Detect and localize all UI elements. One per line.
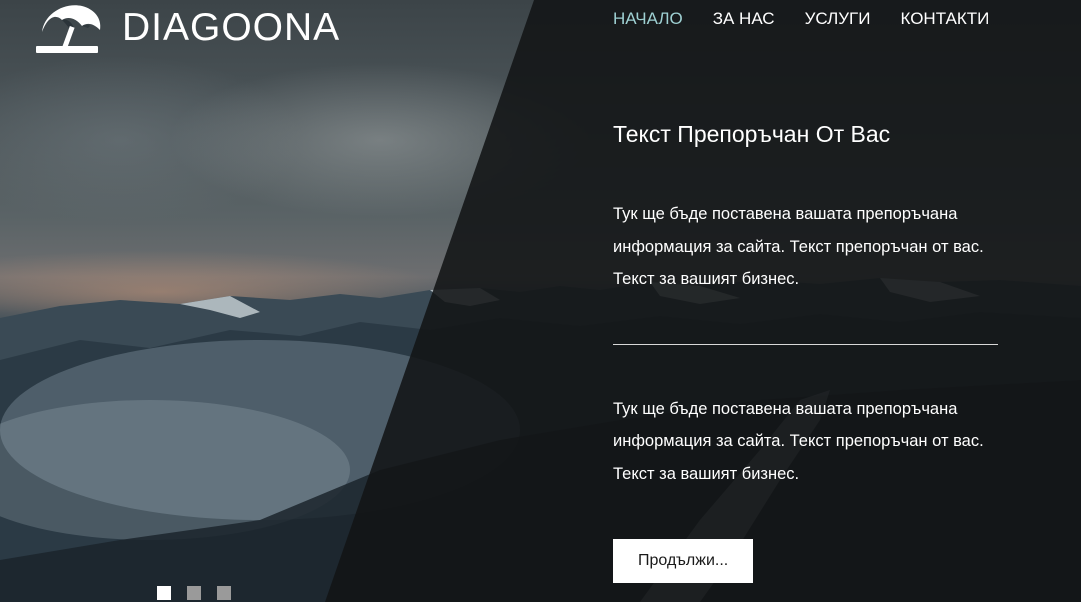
hero-paragraph-2: Тук ще бъде поставена вашата препоръчана… <box>613 399 984 483</box>
main-nav: НАЧАЛО ЗА НАС УСЛУГИ КОНТАКТИ <box>613 9 989 29</box>
slider-dots <box>157 586 231 600</box>
brand-name: DIAGOONA <box>122 6 341 49</box>
beach-umbrella-icon <box>36 5 101 53</box>
nav-item-home[interactable]: НАЧАЛО <box>613 9 683 29</box>
hero-paragraph-1: Тук ще бъде поставена вашата препоръчана… <box>613 205 984 288</box>
slider-dot-3[interactable] <box>217 586 231 600</box>
slider-dot-1[interactable] <box>157 586 171 600</box>
hero-slide: DIAGOONA НАЧАЛО ЗА НАС УСЛУГИ КОНТАКТИ Т… <box>0 0 1081 602</box>
nav-item-contacts[interactable]: КОНТАКТИ <box>900 9 989 29</box>
continue-button[interactable]: Продължи... <box>613 539 754 583</box>
slider-dot-2[interactable] <box>187 586 201 600</box>
content-divider <box>613 343 998 345</box>
hero-headline: Текст Препоръчан От Вас <box>613 121 891 147</box>
nav-item-about[interactable]: ЗА НАС <box>713 9 775 29</box>
brand-logo[interactable]: DIAGOONA <box>36 2 340 54</box>
hero-content: Текст Препоръчан От Вас Тук ще бъде пост… <box>613 118 999 583</box>
nav-item-services[interactable]: УСЛУГИ <box>805 9 871 29</box>
